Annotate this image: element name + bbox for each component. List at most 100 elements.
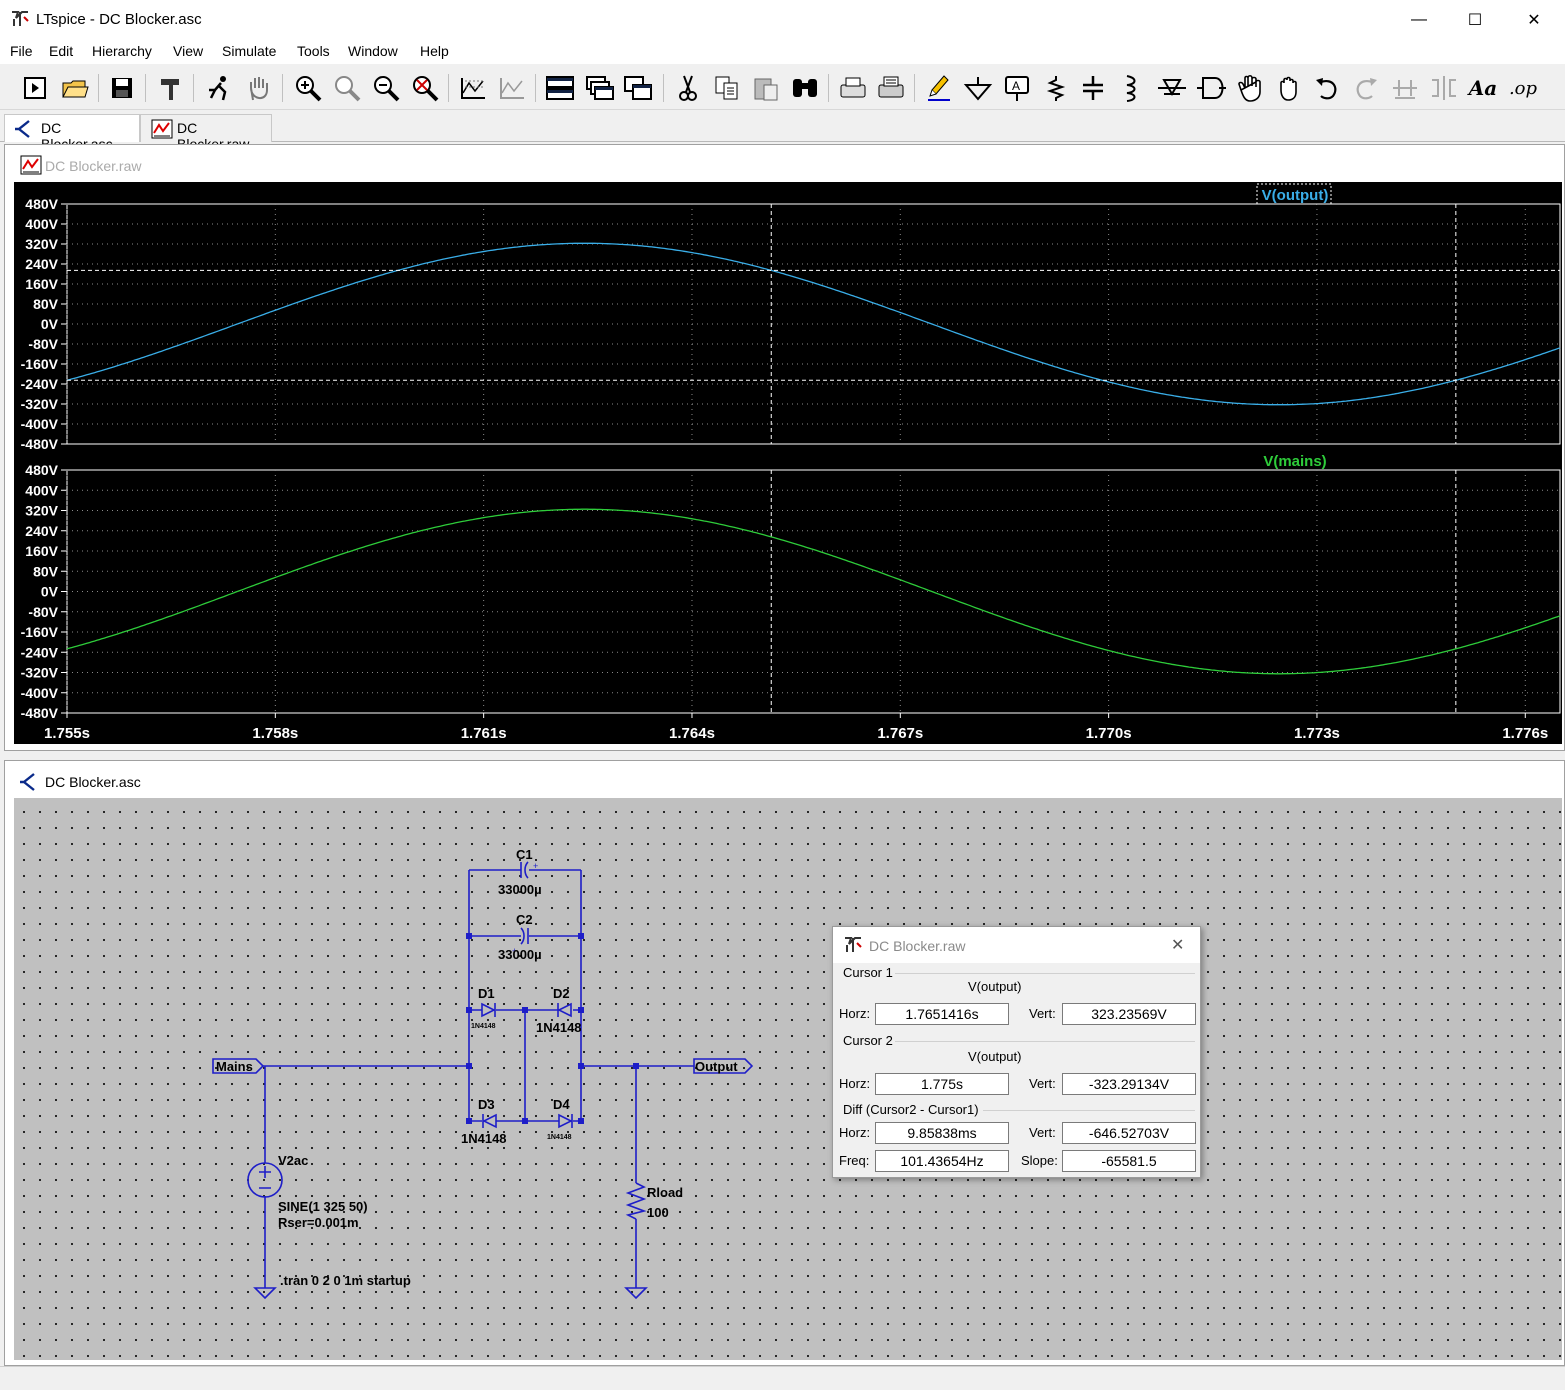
ltspice-logo-icon [12,11,29,26]
menu-help[interactable]: Help [420,43,449,59]
autorange-icon[interactable] [456,72,490,104]
text-icon[interactable]: Aa [1466,72,1500,104]
menu-file[interactable]: File [10,43,33,59]
schematic-drawing: + + C1 33000µ C2 33000µ D1 1N4148 D2 1N4… [212,847,754,1300]
ground-icon[interactable] [961,72,995,104]
move-hand-icon[interactable] [1233,72,1267,104]
y-tick-label: 480V [25,196,58,212]
tab-dc-blocker-raw[interactable]: DC Blocker.raw [140,114,272,152]
menu-view[interactable]: View [173,43,203,59]
undo-icon[interactable] [1310,72,1344,104]
y-tick-label: -160V [21,356,59,372]
diode-icon[interactable] [1155,72,1189,104]
menu-simulate[interactable]: Simulate [222,43,276,59]
mirror-icon[interactable] [1427,72,1461,104]
y-tick-label: 160V [25,276,58,292]
diff-horz-label: Horz: [839,1125,871,1140]
rotate-icon[interactable] [1388,72,1422,104]
schematic-canvas[interactable]: + + C1 33000µ C2 33000µ D1 1N4148 D2 1N4… [14,798,1562,1360]
cursor1-group-label: Cursor 1 [843,965,893,980]
cascade-icon[interactable] [583,72,617,104]
maximize-button[interactable]: ☐ [1446,0,1504,40]
menu-hierarchy[interactable]: Hierarchy [92,43,152,59]
delete-plot-icon[interactable] [495,72,529,104]
diff-group-label: Diff (Cursor2 - Cursor1) [843,1102,979,1117]
open-folder-icon[interactable] [58,72,92,104]
waveform-icon [20,155,42,175]
v2-polarity [259,1166,271,1189]
d3-symbol [482,1113,497,1129]
print-icon[interactable] [874,72,908,104]
label-net-icon[interactable]: A [1000,72,1034,104]
zoom-pan-icon[interactable] [330,72,364,104]
waveform-plot[interactable]: 480V 400V 320V 240V 160V 80V 0V -80V -160V -240V -… [14,182,1562,744]
redo-icon[interactable] [1349,72,1383,104]
tile-horizontal-icon[interactable] [543,72,577,104]
zoom-out-icon[interactable] [369,72,403,104]
y-tick-label: 320V [25,503,58,519]
tile-vertical-icon[interactable] [621,72,655,104]
cursor1-trace: V(output) [968,979,1022,994]
diff-horz-field[interactable]: 9.85838ms [875,1122,1009,1144]
title-bar: LTspice - DC Blocker.asc — ☐ ✕ [0,0,1565,40]
cursor2-vert-field[interactable]: -323.29134V [1062,1073,1196,1095]
cursor1-horz-label: Horz: [839,1006,871,1021]
diff-slope-field[interactable]: -65581.5 [1062,1150,1196,1172]
halt-hand-icon[interactable] [242,72,276,104]
trace-label: V(output) [1262,187,1329,204]
spice-directive-icon[interactable]: .op [1506,72,1540,104]
y-tick-label: 80V [33,296,59,312]
c1-name: C1 [516,847,533,862]
cut-icon[interactable] [671,72,705,104]
menu-edit[interactable]: Edit [49,43,73,59]
d4-symbol [558,1113,573,1129]
svg-text:A: A [1012,79,1020,93]
control-panel-hammer-icon[interactable] [154,72,188,104]
menu-window[interactable]: Window [348,43,398,59]
cursor1-vert-field[interactable]: 323.23569V [1062,1003,1196,1025]
copy-icon[interactable] [710,72,744,104]
cursor2-horz-field[interactable]: 1.775s [875,1073,1009,1095]
save-icon[interactable] [105,72,139,104]
menu-tools[interactable]: Tools [297,43,330,59]
tab-dc-blocker-asc[interactable]: DC Blocker.asc [4,114,140,152]
y-tick-label: 240V [25,256,58,272]
cursor-dialog-close-button[interactable]: ✕ [1171,935,1184,955]
output-label: Output [695,1059,738,1074]
ltspice-logo-icon [845,937,862,952]
zoom-in-icon[interactable] [291,72,325,104]
close-button[interactable]: ✕ [1505,0,1563,40]
draw-wire-icon[interactable] [922,72,956,104]
y-tick-label: -400V [21,416,59,432]
cursor-dialog-title: DC Blocker.raw [869,938,966,954]
d4-model: 1N4148 [547,1134,572,1141]
capacitor-icon[interactable] [1076,72,1110,104]
cursor1-horz-field[interactable]: 1.7651416s [875,1003,1009,1025]
component-icon[interactable] [1194,72,1228,104]
v2-param: Rser=0.001m [278,1215,359,1230]
resistor-icon[interactable] [1039,72,1073,104]
run-simulation-icon[interactable] [202,72,236,104]
rload-symbol [625,1182,647,1220]
find-icon[interactable] [788,72,822,104]
document-tabs: DC Blocker.asc DC Blocker.raw [0,111,1565,152]
paste-icon[interactable] [749,72,783,104]
ground-right [624,1287,648,1300]
y-tick-label: 80V [33,563,59,579]
x-tick-label: 1.755s [44,725,90,742]
print-setup-icon[interactable] [836,72,870,104]
menu-bar: File Edit Hierarchy View Simulate Tools … [0,40,1565,64]
y-tick-label: 0V [41,584,59,600]
y-tick-label: -400V [21,685,59,701]
minimize-button[interactable]: — [1390,0,1448,40]
new-schematic-icon[interactable] [18,72,52,104]
ground-left [253,1287,277,1300]
diff-freq-field[interactable]: 101.43654Hz [875,1150,1009,1172]
diff-vert-field[interactable]: -646.52703V [1062,1122,1196,1144]
inductor-icon[interactable] [1114,72,1148,104]
window-title: LTspice - DC Blocker.asc [36,11,202,28]
zoom-fit-icon[interactable] [408,72,442,104]
drag-hand-icon[interactable] [1271,72,1305,104]
y-tick-label: -480V [21,705,59,721]
x-tick-label: 1.758s [252,725,298,742]
